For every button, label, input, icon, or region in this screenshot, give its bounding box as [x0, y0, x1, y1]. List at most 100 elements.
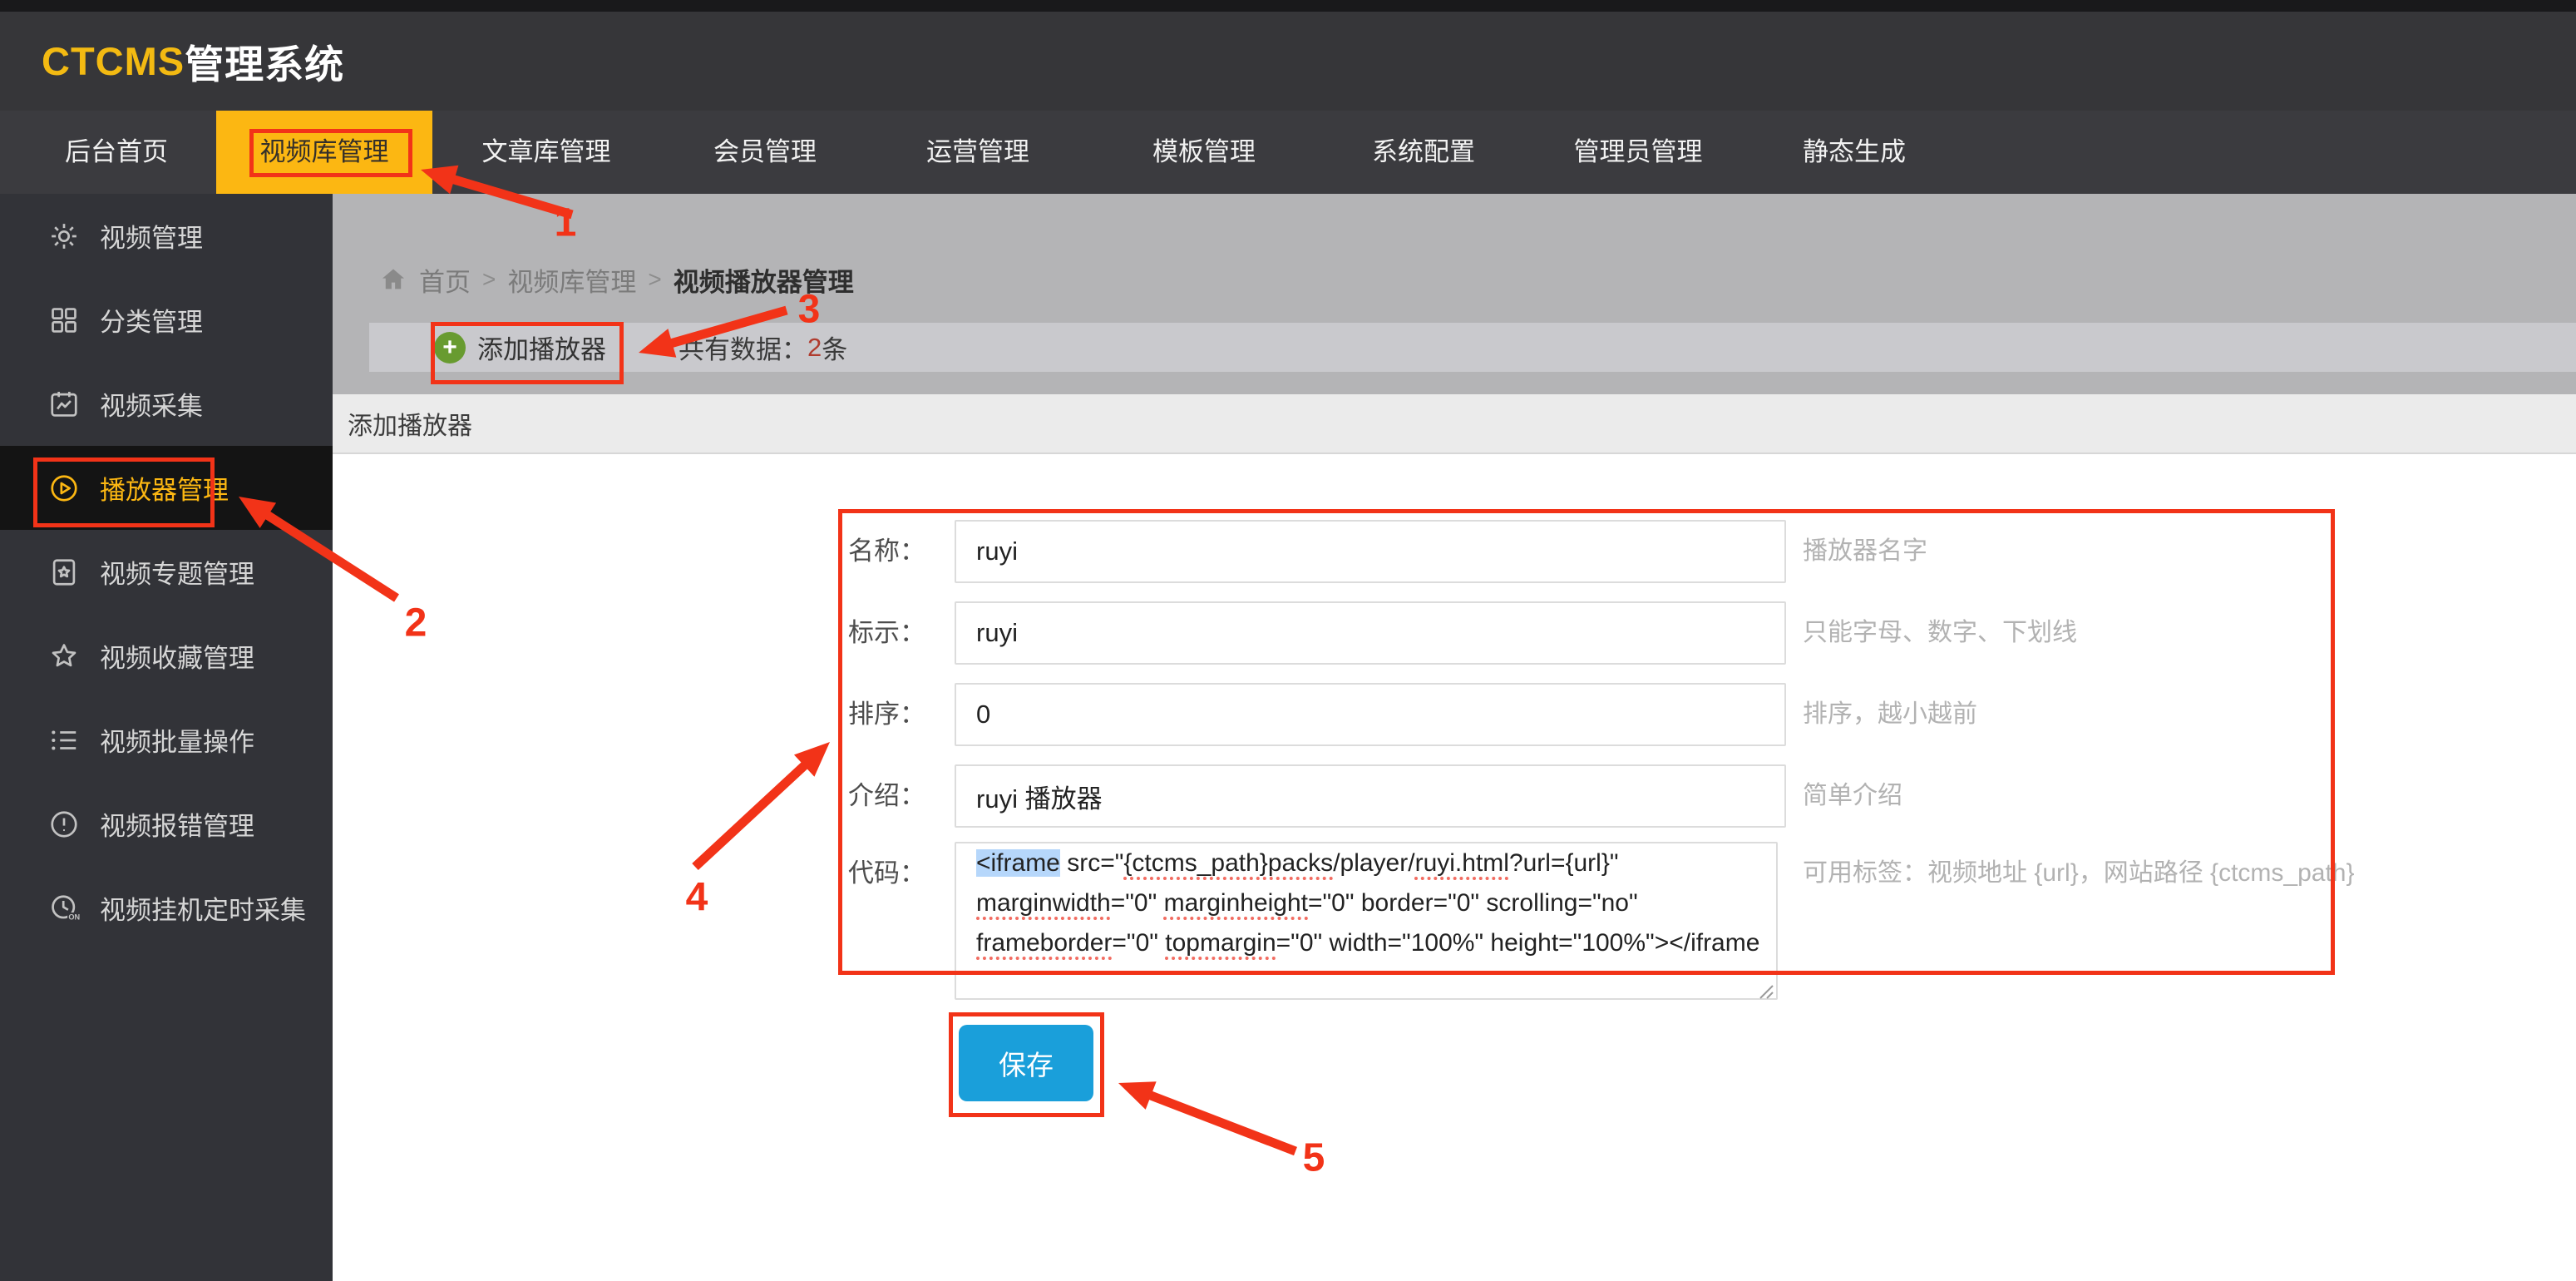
- content: 首页 > 视频库管理 > 视频播放器管理 + 添加播放器 共有数据：2条 添加播放器 名…: [333, 194, 2576, 1281]
- sidebar-item-video-timed-collect[interactable]: ON 视频挂机定时采集: [0, 866, 333, 950]
- sidebar-item-label: 播放器管理: [100, 469, 229, 507]
- grid-icon: [48, 304, 80, 336]
- nav-tab-operation[interactable]: 运营管理: [926, 111, 1029, 194]
- play-icon: [48, 472, 80, 504]
- sidebar-item-video-batch-operate[interactable]: 视频批量操作: [0, 698, 333, 782]
- breadcrumb-item-1[interactable]: 首页: [419, 261, 471, 299]
- alert-icon: [48, 809, 80, 840]
- data-count-prefix: 共有数据：: [679, 329, 807, 366]
- clock-on-icon: ON: [48, 893, 80, 924]
- field-label-name: 名称：: [848, 520, 925, 583]
- form-row-code: 代码： <iframe src="{ctcms_path}packs/playe…: [333, 842, 2576, 1000]
- nav-tab-static-generate[interactable]: 静态生成: [1803, 111, 1906, 194]
- breadcrumb-separator: >: [648, 266, 661, 293]
- breadcrumb-item-3: 视频播放器管理: [674, 261, 854, 299]
- nav-tab-video-library[interactable]: 视频库管理: [216, 111, 432, 194]
- sidebar-item-player-manage[interactable]: 播放器管理: [0, 446, 333, 530]
- field-label-sort: 排序：: [848, 683, 925, 746]
- sidebar-item-label: 视频专题管理: [100, 553, 254, 591]
- sidebar-item-label: 视频采集: [100, 385, 203, 423]
- home-icon: [379, 265, 407, 294]
- breadcrumb-item-2[interactable]: 视频库管理: [507, 261, 636, 299]
- page: CTCMS管理系统 后台首页视频库管理文章库管理会员管理运营管理模板管理系统配置…: [0, 0, 2576, 1281]
- code-line: frameborder="0" topmargin="0" width="100…: [976, 923, 1759, 963]
- section-header: 添加播放器: [333, 394, 2576, 454]
- doc-star-icon: [48, 556, 80, 588]
- sort-input[interactable]: [955, 683, 1786, 746]
- main-nav: 后台首页视频库管理文章库管理 会员管理 运营管理 模板管理 系统配置 管理员管理 静态生成: [0, 111, 2576, 194]
- textarea-resize-handle[interactable]: [1756, 978, 1774, 997]
- sidebar-item-video-manage[interactable]: 视频管理: [0, 194, 333, 278]
- save-button[interactable]: 保存: [959, 1025, 1093, 1101]
- alert-icon: [48, 809, 80, 840]
- field-hint-intro: 简单介绍: [1803, 764, 1902, 828]
- nav-tab-home[interactable]: 后台首页: [65, 111, 168, 194]
- nav-tab-system-config[interactable]: 系统配置: [1372, 111, 1475, 194]
- home-icon: [379, 265, 407, 294]
- field-hint-mark: 只能字母、数字、下划线: [1803, 601, 2077, 665]
- mark-input[interactable]: [955, 601, 1786, 665]
- data-count: 共有数据：2条: [679, 323, 847, 372]
- sidebar: 视频管理分类管理视频采集播放器管理视频专题管理视频收藏管理视频批量操作视频报错管…: [0, 194, 333, 1281]
- doc-star-icon: [48, 556, 80, 588]
- sidebar-item-label: 视频批量操作: [100, 721, 254, 759]
- star-icon: [48, 640, 80, 672]
- section-title: 添加播放器: [348, 405, 472, 442]
- gear-icon: [48, 220, 80, 252]
- sidebar-item-category-manage[interactable]: 分类管理: [0, 278, 333, 362]
- sidebar-item-video-favorite-manage[interactable]: 视频收藏管理: [0, 614, 333, 698]
- sidebar-item-video-error-manage[interactable]: 视频报错管理: [0, 782, 333, 866]
- field-hint-name: 播放器名字: [1803, 520, 1927, 583]
- name-input[interactable]: [955, 520, 1786, 583]
- collect-icon: [48, 388, 80, 420]
- form-row-name: 名称： 播放器名字: [333, 520, 2576, 583]
- nav-tab-admin[interactable]: 管理员管理: [1574, 111, 1703, 194]
- star-icon: [48, 640, 80, 672]
- resize-grip-icon: [1756, 982, 1774, 1000]
- list-icon: [48, 725, 80, 756]
- toolbar: + 添加播放器 共有数据：2条: [369, 323, 2576, 372]
- data-count-suffix: 条: [822, 329, 847, 366]
- clock-on-icon: ON: [48, 893, 80, 924]
- field-label-mark: 标示：: [848, 601, 925, 665]
- form-panel: 名称：播放器名字标示：只能字母、数字、下划线排序：排序，越小越前介绍：简单介绍 …: [333, 454, 2576, 1281]
- sidebar-item-label: 视频挂机定时采集: [100, 889, 306, 927]
- logo-suffix-text: 管理系统: [185, 32, 344, 90]
- field-label-code: 代码：: [848, 842, 925, 905]
- code-line: marginwidth="0" marginheight="0" border=…: [976, 883, 1759, 923]
- code-line: <iframe src="{ctcms_path}packs/player/ru…: [976, 843, 1759, 883]
- field-hint-sort: 排序，越小越前: [1803, 683, 1977, 746]
- app-header: CTCMS管理系统: [0, 12, 2576, 111]
- add-player-button[interactable]: + 添加播放器: [434, 323, 606, 372]
- sidebar-item-label: 分类管理: [100, 301, 203, 339]
- intro-input[interactable]: [955, 764, 1786, 828]
- top-strip: [0, 0, 2576, 12]
- nav-tab-template[interactable]: 模板管理: [1152, 111, 1256, 194]
- sidebar-item-label: 视频管理: [100, 217, 203, 255]
- collect-icon: [48, 388, 80, 420]
- data-count-value: 2: [807, 333, 822, 363]
- logo-brand-text: CTCMS: [42, 38, 185, 84]
- nav-tab-article-library[interactable]: 文章库管理: [482, 111, 611, 194]
- gear-icon: [48, 220, 80, 252]
- play-icon: [48, 472, 80, 504]
- field-hint-code: 可用标签：视频地址 {url}，网站路径 {ctcms_path}: [1803, 842, 2355, 905]
- add-player-button-label: 添加播放器: [477, 329, 606, 366]
- field-label-intro: 介绍：: [848, 764, 925, 828]
- app-logo: CTCMS管理系统: [42, 12, 344, 111]
- breadcrumb: 首页 > 视频库管理 > 视频播放器管理: [379, 259, 854, 300]
- sidebar-item-label: 视频报错管理: [100, 805, 254, 843]
- svg-text:ON: ON: [68, 913, 80, 921]
- form-row-intro: 介绍： 简单介绍: [333, 764, 2576, 828]
- nav-tab-member[interactable]: 会员管理: [713, 111, 817, 194]
- form-row-sort: 排序： 排序，越小越前: [333, 683, 2576, 746]
- code-textarea[interactable]: <iframe src="{ctcms_path}packs/player/ru…: [955, 842, 1778, 1000]
- list-icon: [48, 725, 80, 756]
- breadcrumb-separator: >: [482, 266, 496, 293]
- grid-icon: [48, 304, 80, 336]
- sidebar-item-label: 视频收藏管理: [100, 637, 254, 675]
- sidebar-item-video-topic-manage[interactable]: 视频专题管理: [0, 530, 333, 614]
- sidebar-item-video-collect[interactable]: 视频采集: [0, 362, 333, 446]
- plus-icon: +: [434, 332, 466, 364]
- form-row-mark: 标示： 只能字母、数字、下划线: [333, 601, 2576, 665]
